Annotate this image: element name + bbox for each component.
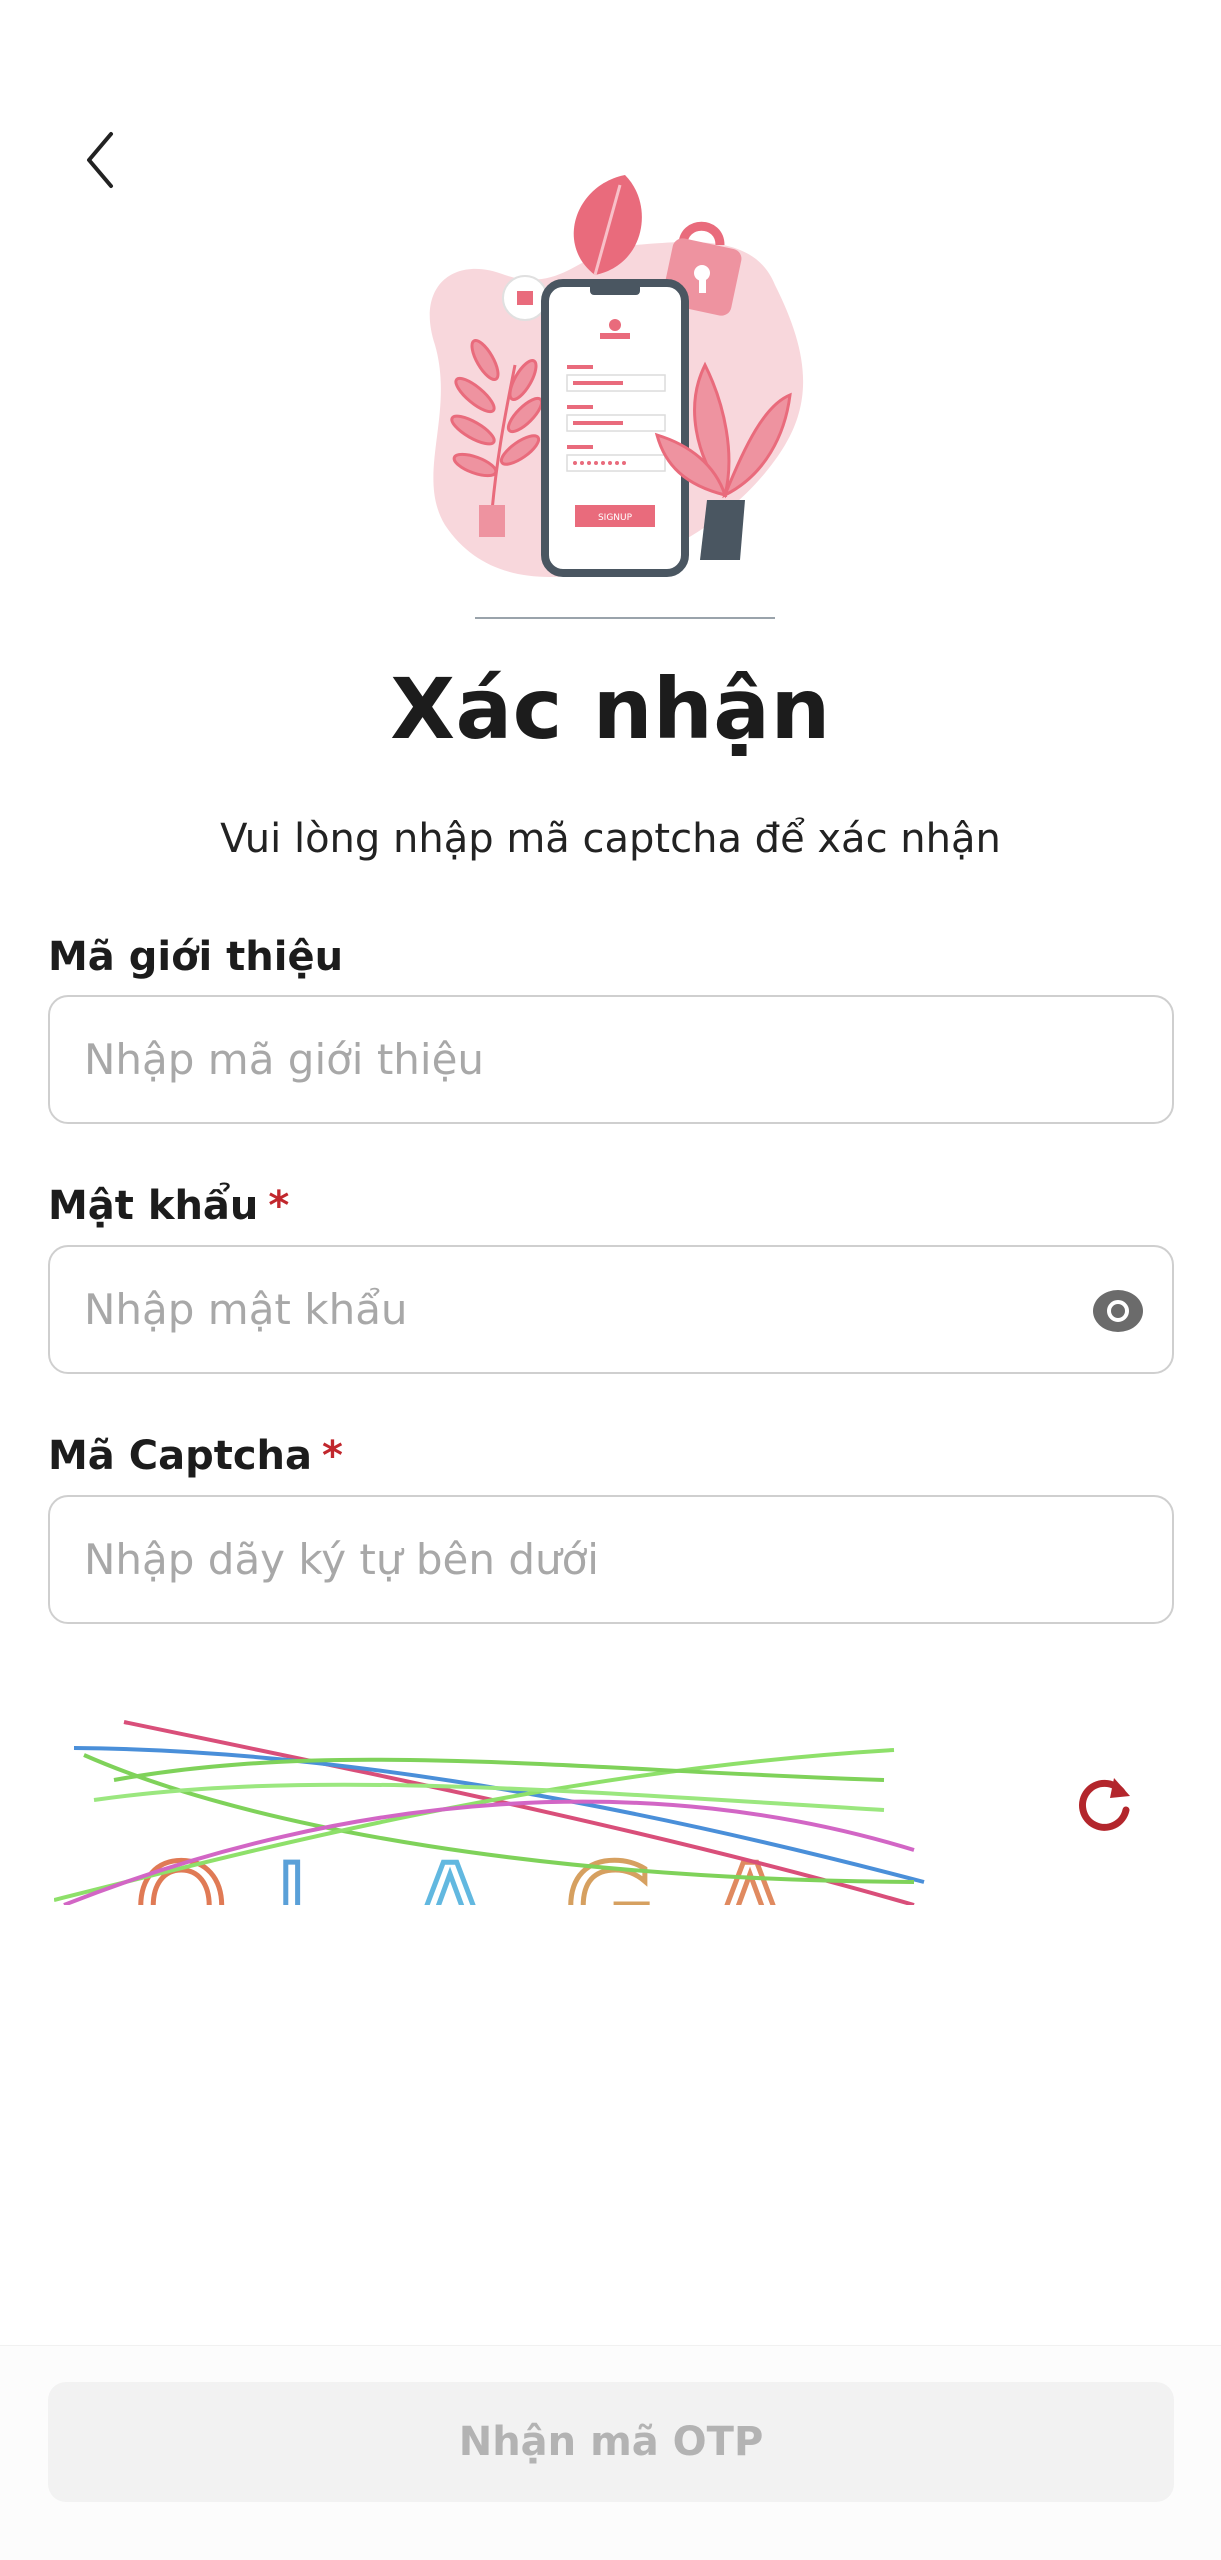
referral-input[interactable] xyxy=(50,997,1172,1122)
back-button[interactable] xyxy=(70,125,130,195)
page-title: Xác nhận xyxy=(390,660,831,758)
get-otp-button[interactable]: Nhận mã OTP xyxy=(48,2382,1174,2502)
password-field[interactable] xyxy=(48,1245,1174,1374)
password-label: Mật khẩu * xyxy=(48,1183,289,1229)
required-asterisk: * xyxy=(268,1183,290,1229)
illustration-signup-text: SIGNUP xyxy=(598,513,633,523)
toggle-password-visibility-button[interactable] xyxy=(1092,1287,1144,1335)
eye-icon xyxy=(1093,1290,1143,1332)
password-label-text: Mật khẩu xyxy=(48,1183,259,1229)
required-asterisk: * xyxy=(322,1433,343,1479)
captcha-refresh-button[interactable] xyxy=(1070,1770,1138,1838)
referral-label-text: Mã giới thiệu xyxy=(48,934,344,980)
captcha-field[interactable] xyxy=(48,1495,1174,1624)
page-subtitle: Vui lòng nhập mã captcha để xác nhận xyxy=(220,816,1001,862)
captcha-label-text: Mã Captcha xyxy=(48,1433,313,1479)
chevron-left-icon xyxy=(87,132,113,188)
password-input[interactable] xyxy=(50,1247,1172,1372)
phone-signup-illustration: SIGNUP xyxy=(429,175,804,619)
captcha-label: Mã Captcha * xyxy=(48,1433,343,1479)
captcha-input[interactable] xyxy=(50,1497,1172,1622)
refresh-icon xyxy=(1079,1778,1130,1831)
referral-label: Mã giới thiệu xyxy=(48,934,343,980)
captcha-image: OIAGA xyxy=(54,1720,925,1905)
referral-field[interactable] xyxy=(48,995,1174,1124)
